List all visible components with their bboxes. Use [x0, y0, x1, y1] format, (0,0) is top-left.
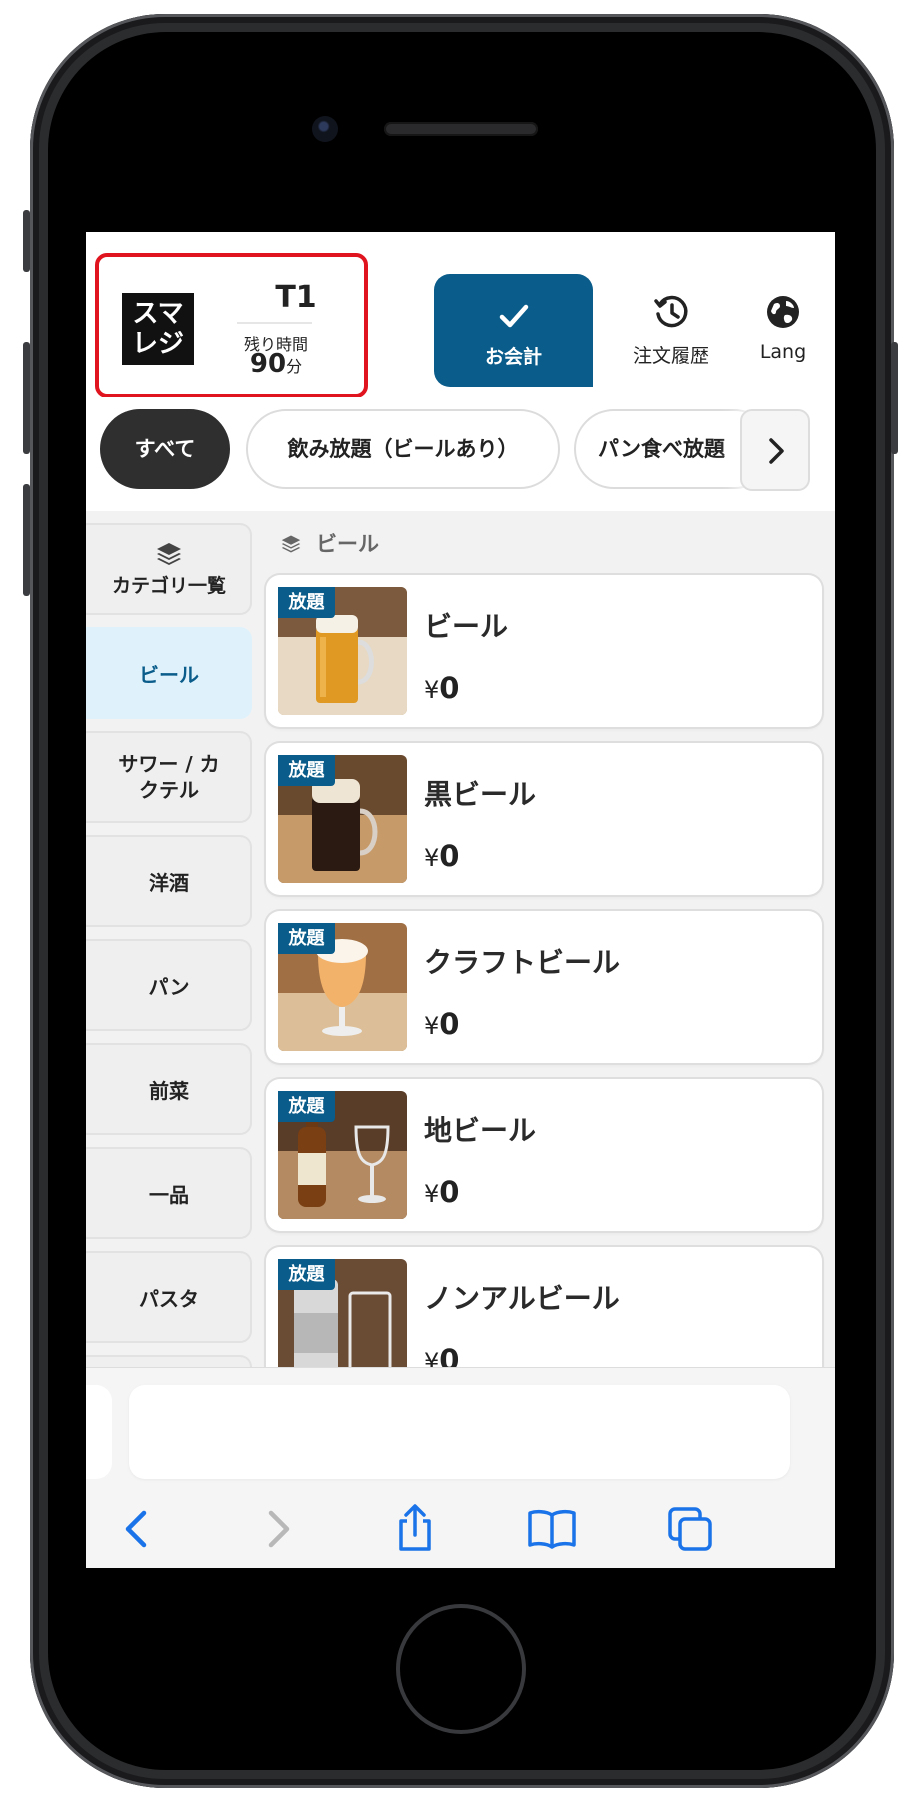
tabs-icon[interactable]	[664, 1503, 716, 1555]
language-button[interactable]: Lang	[728, 274, 835, 384]
app-header: スマレジ T1 残り時間 90分 お会計 注文履歴 Lang	[86, 232, 835, 398]
currency-symbol: ¥	[424, 1348, 440, 1367]
bookmarks-icon[interactable]	[526, 1503, 578, 1555]
checkout-button[interactable]: お会計	[434, 274, 593, 387]
volume-down-button	[23, 484, 30, 596]
menu-item-card[interactable]: 放題 クラフトビール ¥0	[266, 911, 822, 1063]
sidebar-item-label: カテゴリ一覧	[111, 574, 226, 597]
globe-icon	[767, 296, 799, 328]
sidebar-item-beer[interactable]: ビール	[86, 627, 252, 719]
section-title-text: ビール	[316, 532, 379, 556]
sidebar-item-pasta[interactable]: パスタ	[86, 1251, 252, 1343]
table-divider	[237, 322, 312, 324]
menu-item-price: ¥0	[424, 1175, 459, 1209]
chevron-right-icon	[769, 438, 784, 464]
menu-item-name: クラフトビール	[424, 946, 621, 979]
brand-logo: スマレジ	[122, 293, 194, 365]
sidebar-item-label: 一品	[149, 1182, 189, 1207]
all-you-can-order-badge: 放題	[278, 755, 335, 786]
all-you-can-order-badge: 放題	[278, 923, 335, 954]
sidebar-item-a-la-carte[interactable]: 一品	[86, 1147, 252, 1239]
volume-up-button	[23, 342, 30, 454]
check-icon	[499, 304, 529, 328]
sidebar-item-bread[interactable]: パン	[86, 939, 252, 1031]
currency-symbol: ¥	[424, 844, 440, 872]
order-history-button[interactable]: 注文履歴	[616, 274, 726, 384]
menu-body: カテゴリ一覧 ビール サワー / カクテル 洋酒 パン 前菜 一品 パスタ ビー…	[86, 511, 835, 1367]
logo-text: スマレジ	[131, 299, 184, 359]
forward-icon[interactable]	[251, 1503, 303, 1555]
price-value: 0	[439, 1007, 460, 1041]
remaining-unit: 分	[286, 357, 303, 376]
menu-item-name: ノンアルビール	[424, 1282, 620, 1315]
menu-item-card[interactable]: 放題 ビール ¥0	[266, 575, 822, 727]
all-you-can-order-badge: 放題	[278, 1091, 335, 1122]
earpiece-speaker	[384, 122, 538, 136]
tab-all[interactable]: すべて	[100, 409, 230, 489]
layers-icon	[281, 535, 301, 553]
sidebar-item-appetizer[interactable]: 前菜	[86, 1043, 252, 1135]
sidebar-item-more[interactable]	[86, 1355, 252, 1367]
browser-toolbar	[86, 1487, 835, 1568]
language-label: Lang	[759, 341, 807, 363]
menu-item-price: ¥0	[424, 671, 459, 705]
menu-item-card[interactable]: 放題 黒ビール ¥0	[266, 743, 822, 895]
sidebar-item-label: 洋酒	[149, 870, 189, 895]
menu-item-price: ¥0	[424, 1007, 459, 1041]
sidebar-item-label: パスタ	[139, 1286, 199, 1311]
price-value: 0	[439, 1343, 460, 1367]
menu-item-name: 黒ビール	[424, 778, 537, 811]
currency-symbol: ¥	[424, 676, 440, 704]
menu-item-card[interactable]: 放題 地ビール ¥0	[266, 1079, 822, 1231]
layers-icon	[157, 542, 181, 565]
price-value: 0	[439, 671, 460, 705]
address-bar[interactable]	[129, 1385, 790, 1479]
sidebar-item-label: ビール	[139, 662, 199, 687]
remaining-minutes: 90	[249, 349, 287, 379]
price-value: 0	[439, 839, 460, 873]
price-value: 0	[439, 1175, 460, 1209]
menu-item-price: ¥0	[424, 839, 459, 873]
back-icon[interactable]	[112, 1503, 164, 1555]
menu-item-name: 地ビール	[424, 1114, 537, 1147]
sidebar-item-label: サワー / カクテル	[118, 752, 220, 802]
home-button[interactable]	[396, 1604, 526, 1734]
tab-all-you-can-drink[interactable]: 飲み放題（ビールあり）	[246, 409, 560, 489]
checkout-label: お会計	[484, 346, 542, 368]
front-camera	[312, 116, 338, 142]
currency-symbol: ¥	[424, 1012, 440, 1040]
menu-item-name: ビール	[424, 610, 509, 643]
all-you-can-order-badge: 放題	[278, 587, 335, 618]
power-button	[891, 342, 898, 454]
remaining-time-value: 90分	[226, 349, 326, 379]
sidebar-item-label: パン	[148, 974, 190, 999]
share-icon[interactable]	[389, 1503, 441, 1555]
sidebar-item-sour-cocktail[interactable]: サワー / カクテル	[86, 731, 252, 823]
menu-item-card[interactable]: 放題 ノンアルビール ¥0	[266, 1247, 822, 1367]
table-number: T1	[275, 280, 317, 315]
sidebar-item-label: 前菜	[149, 1078, 189, 1103]
all-you-can-order-badge: 放題	[278, 1259, 335, 1290]
menu-item-price: ¥0	[424, 1343, 459, 1367]
mute-switch	[23, 210, 30, 272]
order-history-label: 注文履歴	[632, 345, 709, 367]
screen: スマレジ T1 残り時間 90分 お会計 注文履歴 Lang すべて 飲み放題（…	[86, 232, 835, 1568]
sidebar-item-category-list[interactable]: カテゴリ一覧	[86, 523, 252, 615]
currency-symbol: ¥	[424, 1180, 440, 1208]
tabs-scroll-next-button[interactable]	[740, 409, 810, 491]
sidebar-item-western-liquor[interactable]: 洋酒	[86, 835, 252, 927]
previous-tab-preview[interactable]	[86, 1385, 112, 1479]
history-icon	[654, 295, 688, 328]
browser-address-area	[86, 1367, 835, 1488]
